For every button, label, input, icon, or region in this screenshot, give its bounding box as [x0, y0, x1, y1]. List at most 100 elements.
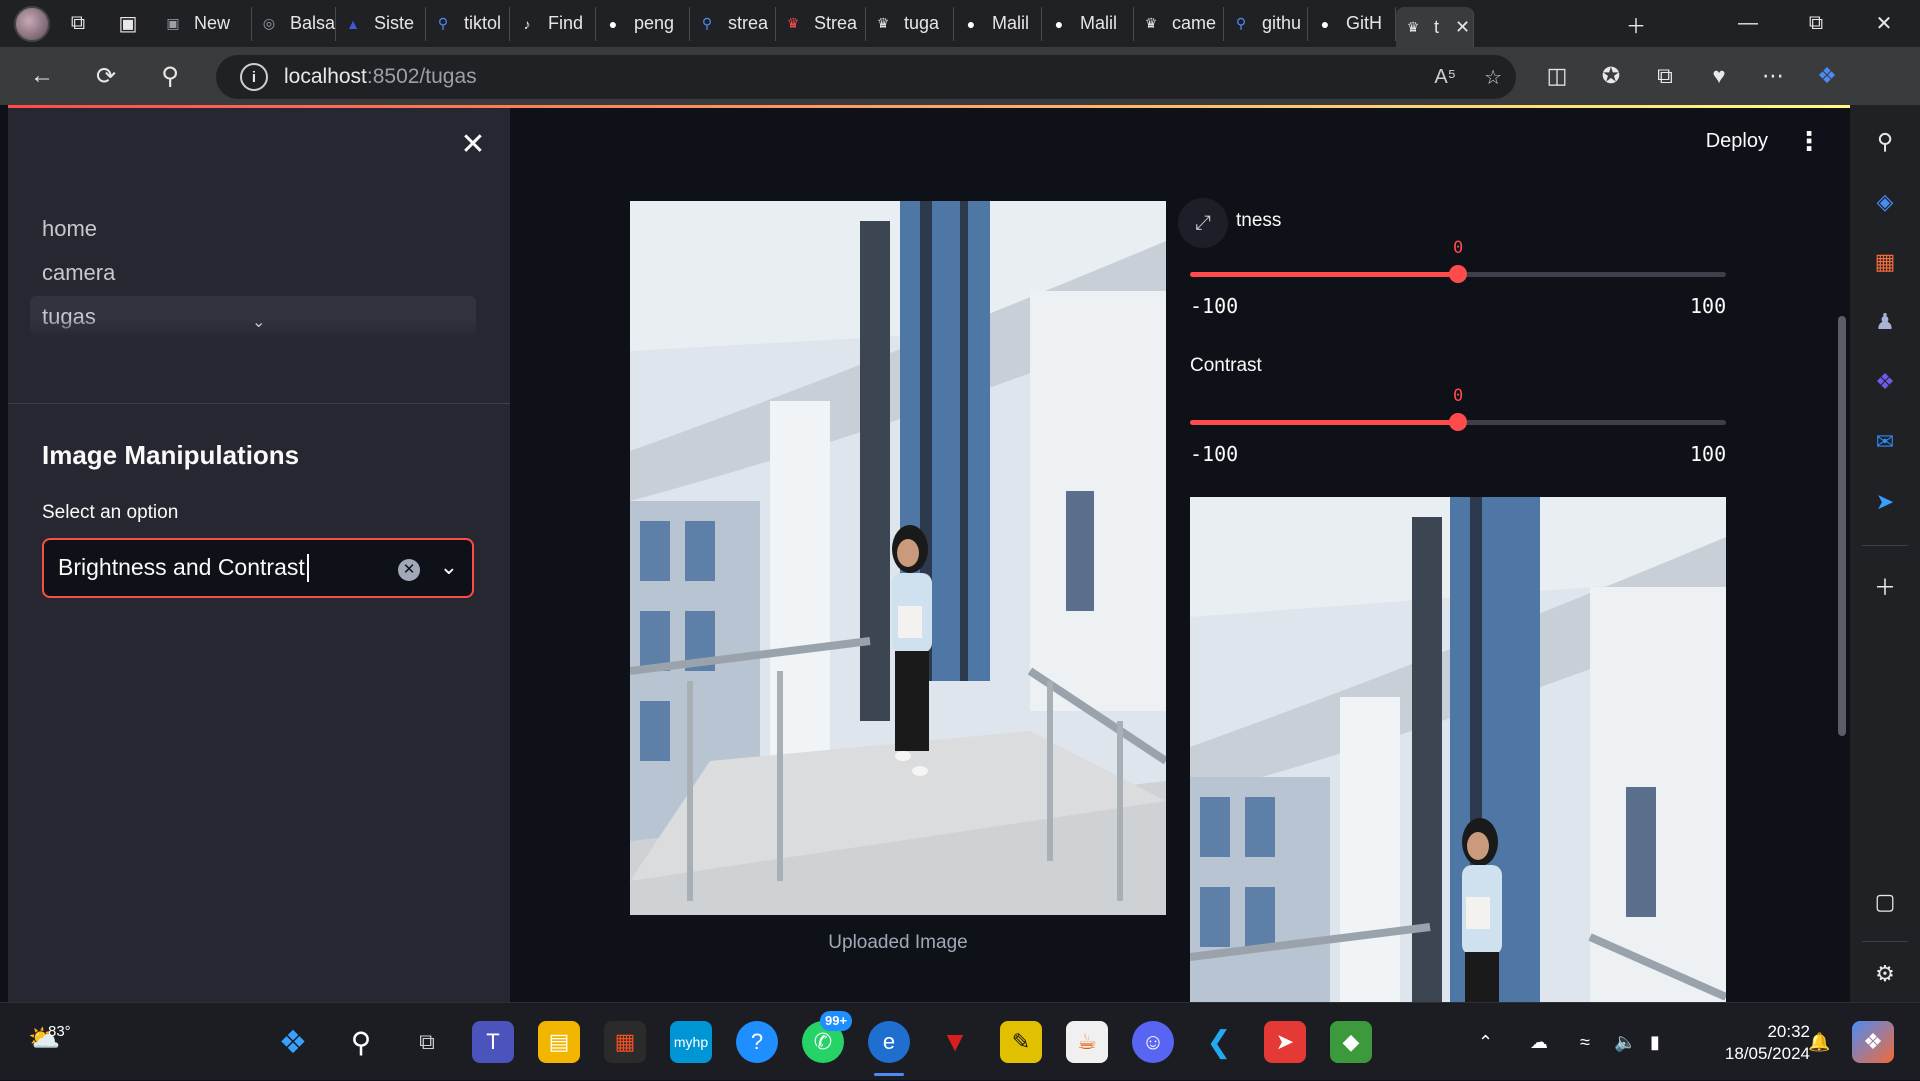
browser-tab[interactable]: ♛ t ✕	[1396, 7, 1474, 47]
myhp-icon[interactable]: myhp	[670, 1021, 712, 1063]
shopping-tag-icon[interactable]: ◈	[1864, 181, 1906, 223]
brightness-slider[interactable]	[1190, 265, 1726, 283]
nav-expand-chevron-icon[interactable]: ⌄	[252, 312, 265, 332]
volume-icon[interactable]: 🔈	[1614, 1003, 1636, 1081]
main-scrollbar[interactable]	[1838, 316, 1846, 736]
send-icon[interactable]: ➤	[1864, 481, 1906, 523]
settings-gear-icon[interactable]: ⚙	[1864, 953, 1906, 995]
edge-browser-icon[interactable]: e	[868, 1021, 910, 1063]
search-icon[interactable]: ⚲	[1864, 121, 1906, 163]
games-icon[interactable]: ♟	[1864, 301, 1906, 343]
new-tab-icon[interactable]: ＋	[1614, 2, 1658, 46]
copilot-taskbar-icon[interactable]: ❖	[1852, 1021, 1894, 1063]
tray-overflow-icon[interactable]: ⌃	[1478, 1003, 1493, 1081]
vertical-tabs-icon[interactable]: ▣	[106, 2, 150, 46]
site-info-icon[interactable]: i	[240, 63, 268, 91]
task-view-icon[interactable]: ⧉	[406, 1021, 448, 1063]
contrast-label: Contrast	[1190, 355, 1262, 376]
outlook-icon[interactable]: ✉	[1864, 421, 1906, 463]
browser-tab[interactable]: ⚲ tiktol	[426, 6, 510, 41]
back-icon[interactable]: ←	[18, 52, 66, 100]
close-sidebar-icon[interactable]: ✕	[458, 130, 488, 160]
main-menu-icon[interactable]: ⋮	[1796, 126, 1822, 157]
read-aloud-icon[interactable]: A⁵	[1434, 66, 1456, 89]
system-clock[interactable]: 20:32 18/05/2024	[1725, 1021, 1810, 1065]
browser-tab[interactable]: ▣ New	[156, 6, 252, 41]
brightness-min: -100	[1190, 294, 1239, 318]
browser-tab[interactable]: ♛ tuga	[866, 6, 954, 41]
favorite-star-icon[interactable]: ☆	[1484, 65, 1502, 90]
address-input[interactable]: i localhost:8502/tugas A⁵ ☆	[216, 55, 1516, 99]
brightness-slider-thumb[interactable]	[1449, 265, 1467, 283]
close-window-icon[interactable]: ✕	[1850, 0, 1918, 47]
browser-tab[interactable]: ◎ Balsa	[252, 6, 336, 41]
screenshot-icon[interactable]: ▢	[1864, 881, 1906, 923]
help-icon[interactable]: ?	[736, 1021, 778, 1063]
clock-date: 18/05/2024	[1724, 1044, 1810, 1063]
browser-tab[interactable]: ● Malil	[1042, 6, 1134, 41]
java-icon[interactable]: ☕	[1066, 1021, 1108, 1063]
url-text[interactable]: localhost:8502/tugas	[284, 65, 477, 89]
browser-tab-label: peng	[634, 13, 675, 33]
github-icon: ●	[1320, 15, 1330, 32]
wifi-icon[interactable]: ≈	[1580, 1003, 1590, 1081]
browser-tab[interactable]: ♛ came	[1134, 6, 1224, 41]
notification-bell-icon[interactable]: 🔔	[1808, 1003, 1830, 1081]
add-icon[interactable]: ＋	[1864, 565, 1906, 607]
chevron-down-icon[interactable]: ⌄	[440, 554, 458, 580]
minimize-icon[interactable]: —	[1714, 0, 1782, 47]
workspaces-icon[interactable]: ⧉	[56, 2, 100, 46]
weather-widget[interactable]: ⛅ 83°	[28, 1023, 71, 1054]
file-explorer-icon[interactable]: ▤	[538, 1021, 580, 1063]
sidebar-title: Image Manipulations	[42, 440, 300, 470]
microsoft-store-icon[interactable]: ▦	[604, 1021, 646, 1063]
option-select[interactable]: Brightness and Contrast ✕ ⌄	[42, 538, 474, 598]
split-screen-icon[interactable]: ◫	[1530, 63, 1584, 89]
anydesk-icon[interactable]: ➤	[1264, 1021, 1306, 1063]
browser-edge-sidebar: ⚲ ◈ ▦ ♟ ❖ ✉ ➤ ＋ ▢ ⚙	[1850, 105, 1920, 1002]
contrast-max: 100	[1690, 442, 1727, 466]
health-icon[interactable]: ♥	[1692, 63, 1746, 89]
discord-icon[interactable]: ☺	[1132, 1021, 1174, 1063]
copilot-icon[interactable]: ❖	[1800, 63, 1854, 89]
onedrive-icon[interactable]: ☁	[1530, 1003, 1548, 1081]
mcafee-icon[interactable]: ▼	[934, 1021, 976, 1063]
sidebar-item-camera[interactable]: camera	[42, 260, 115, 286]
more-menu-icon[interactable]: ⋯	[1746, 63, 1800, 89]
clock-time: 20:32	[1767, 1022, 1810, 1041]
browser-tab[interactable]: ● peng	[596, 6, 690, 41]
sidebar-item-home[interactable]: home	[42, 216, 97, 242]
collections-icon[interactable]: ⧉	[1638, 63, 1692, 89]
select-label: Select an option	[42, 502, 179, 523]
contrast-slider-thumb[interactable]	[1449, 413, 1467, 431]
browser-tab-label: tiktol	[464, 13, 502, 33]
fullscreen-icon[interactable]: ⤢	[1178, 198, 1228, 248]
profile-avatar[interactable]	[14, 5, 50, 42]
git-icon[interactable]: ◆	[1330, 1021, 1372, 1063]
battery-icon[interactable]: ▮	[1650, 1003, 1660, 1081]
deploy-button[interactable]: Deploy	[1706, 130, 1768, 153]
contrast-min: -100	[1190, 442, 1239, 466]
browser-tab[interactable]: ⚲ strea	[690, 6, 776, 41]
search-icon[interactable]: ⚲	[146, 52, 194, 100]
taskbar-search-icon[interactable]: ⚲	[340, 1021, 382, 1063]
browser-tab[interactable]: ♛ Strea	[776, 6, 866, 41]
browser-tab[interactable]: ⚲ githu	[1224, 6, 1308, 41]
tools-briefcase-icon[interactable]: ▦	[1864, 241, 1906, 283]
browser-tab[interactable]: ● Malil	[954, 6, 1042, 41]
restore-icon[interactable]: ⧉	[1782, 0, 1850, 47]
sticky-tools-icon[interactable]: ✎	[1000, 1021, 1042, 1063]
close-tab-icon[interactable]: ✕	[1455, 17, 1470, 38]
browser-tab[interactable]: ● GitH	[1308, 6, 1396, 41]
vscode-icon[interactable]: ❮	[1198, 1021, 1240, 1063]
browser-tab[interactable]: ♪ Find	[510, 6, 596, 41]
browser-tab[interactable]: ▲ Siste	[336, 6, 426, 41]
refresh-icon[interactable]: ⟳	[82, 52, 130, 100]
clear-selection-icon[interactable]: ✕	[398, 559, 420, 581]
teams-icon[interactable]: T	[472, 1021, 514, 1063]
contrast-slider[interactable]	[1190, 413, 1726, 431]
favorites-icon[interactable]: ✪	[1584, 63, 1638, 89]
windows-start-icon[interactable]: ❖	[272, 1021, 314, 1063]
select-value[interactable]: Brightness and Contrast	[58, 554, 309, 583]
copilot-m365-icon[interactable]: ❖	[1864, 361, 1906, 403]
